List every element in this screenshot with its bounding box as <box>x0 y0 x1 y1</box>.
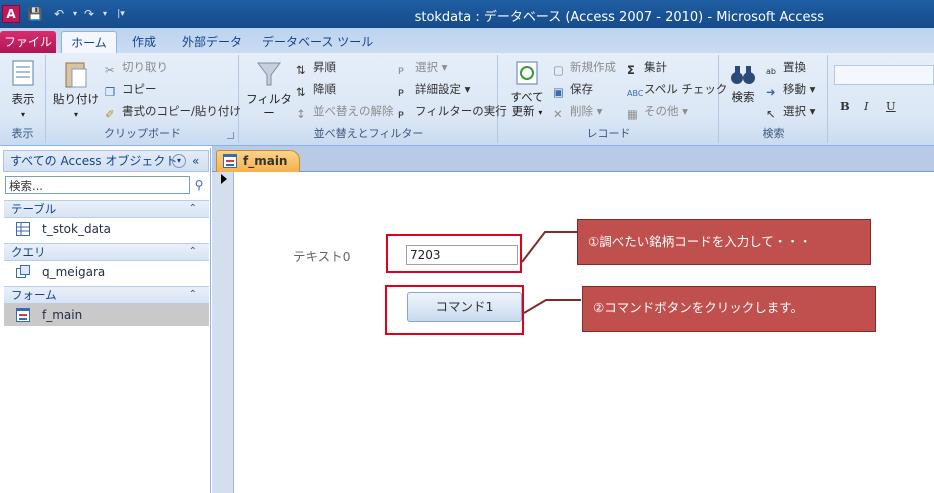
callout-step2: ②コマンドボタンをクリックします。 <box>582 286 876 332</box>
callout-connector-2 <box>523 299 581 314</box>
callout-step1: ①調べたい銘柄コードを入力して・・・ <box>577 219 871 265</box>
callout-connector-1 <box>521 231 577 263</box>
